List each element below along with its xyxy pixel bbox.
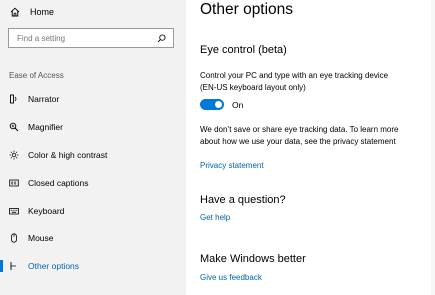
sidebar-item-narrator[interactable]: Narrator	[0, 90, 186, 108]
page-title: Other options	[200, 1, 294, 18]
sidebar-item-keyboard[interactable]: Keyboard	[0, 202, 186, 220]
home-label: Home	[30, 7, 55, 17]
feedback-heading: Make Windows better	[200, 253, 306, 265]
eye-control-heading: Eye control (beta)	[200, 44, 287, 56]
give-feedback-link[interactable]: Give us feedback	[200, 273, 262, 282]
toggle-knob	[215, 101, 222, 108]
scrollbar[interactable]	[431, 0, 435, 295]
magnifier-icon	[9, 122, 19, 132]
section-title: Ease of Access	[9, 71, 64, 80]
sidebar-item-label: Color & high contrast	[28, 150, 108, 160]
sidebar: Home Find a setting Ease of Access Narra…	[0, 0, 186, 295]
sidebar-item-label: Narrator	[28, 94, 60, 104]
mouse-icon	[9, 233, 19, 243]
eye-control-toggle[interactable]	[200, 99, 224, 110]
home-link[interactable]: Home	[10, 4, 54, 20]
sidebar-item-label: Other options	[28, 261, 80, 271]
get-help-link[interactable]: Get help	[200, 213, 230, 222]
sidebar-item-label: Keyboard	[28, 206, 65, 216]
home-icon	[10, 7, 20, 17]
active-indicator	[0, 260, 3, 272]
closed-captions-icon	[9, 178, 19, 188]
sidebar-item-mouse[interactable]: Mouse	[0, 229, 186, 247]
privacy-note: We don’t save or share eye tracking data…	[200, 124, 428, 147]
privacy-statement-link[interactable]: Privacy statement	[200, 161, 264, 170]
other-options-icon	[9, 261, 19, 271]
search-placeholder: Find a setting	[17, 33, 66, 43]
question-heading: Have a question?	[200, 194, 286, 206]
keyboard-icon	[9, 206, 19, 216]
sidebar-item-other-options[interactable]: Other options	[0, 257, 186, 275]
privacy-line: We don’t save or share eye tracking data…	[200, 125, 399, 134]
description-line: (EN-US keyboard layout only)	[200, 82, 306, 92]
sidebar-item-label: Mouse	[28, 233, 54, 243]
sidebar-item-label: Magnifier	[28, 122, 63, 132]
sidebar-item-label: Closed captions	[28, 178, 89, 188]
search-input[interactable]: Find a setting	[8, 28, 174, 48]
sidebar-item-color-high-contrast[interactable]: Color & high contrast	[0, 146, 186, 164]
narrator-icon	[9, 94, 19, 104]
brightness-icon	[9, 150, 19, 160]
privacy-line: about how we use your data, see the priv…	[200, 136, 396, 146]
toggle-state-label: On	[232, 100, 244, 110]
description-line: Control your PC and type with an eye tra…	[200, 71, 389, 80]
eye-control-description: Control your PC and type with an eye tra…	[200, 70, 428, 93]
sidebar-item-closed-captions[interactable]: Closed captions	[0, 174, 186, 192]
search-icon[interactable]	[157, 33, 166, 43]
sidebar-item-magnifier[interactable]: Magnifier	[0, 118, 186, 136]
